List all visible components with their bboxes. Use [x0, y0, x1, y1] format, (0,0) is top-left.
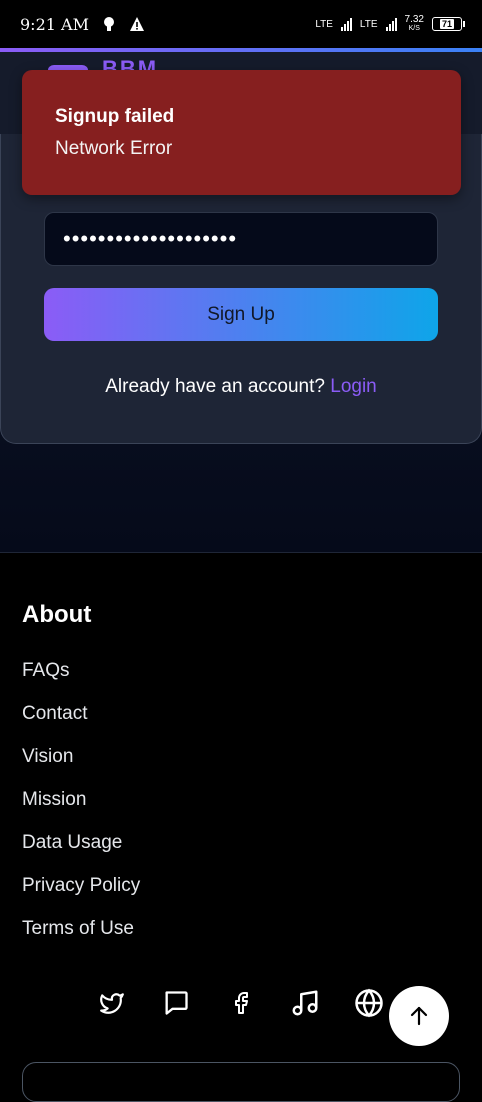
password-field[interactable]: •••••••••••••••••••• — [44, 212, 438, 266]
facebook-icon[interactable] — [226, 985, 256, 1021]
toast-message: Network Error — [55, 138, 173, 159]
footer-link-contact[interactable]: Contact — [22, 703, 87, 725]
toast-title: Signup failed — [55, 106, 175, 127]
network-label-2: LTE — [359, 18, 378, 30]
arrow-up-icon — [410, 1006, 428, 1026]
footer-link-privacy-policy[interactable]: Privacy Policy — [22, 875, 140, 897]
message-icon[interactable] — [161, 985, 191, 1021]
android-icon — [103, 17, 114, 31]
globe-icon[interactable] — [354, 985, 384, 1021]
speed-indicator: 7.32 K/S — [404, 14, 424, 33]
footer-link-faqs[interactable]: FAQs — [22, 660, 70, 682]
signal-icon-2 — [385, 17, 397, 31]
footer-link-terms[interactable]: Terms of Use — [22, 918, 134, 940]
signup-button[interactable]: Sign Up — [44, 288, 438, 341]
warning-icon — [129, 17, 144, 31]
status-time: 9:21 AM — [20, 14, 89, 34]
network-label-1: LTE — [315, 18, 333, 30]
footer-link-vision[interactable]: Vision — [22, 746, 73, 768]
battery-icon: 71 — [432, 17, 465, 31]
twitter-icon[interactable] — [97, 985, 127, 1021]
footer-bottom-box — [22, 1062, 460, 1102]
login-prompt: Already have an account? Login — [0, 376, 482, 398]
error-toast[interactable]: Signup failed Network Error — [22, 70, 461, 195]
footer-heading: About — [22, 601, 92, 628]
music-icon[interactable] — [290, 985, 320, 1021]
battery-level: 71 — [439, 19, 454, 29]
footer-link-data-usage[interactable]: Data Usage — [22, 832, 122, 854]
already-text: Already have an account? — [105, 376, 325, 397]
scroll-to-top-button[interactable] — [389, 986, 449, 1046]
footer-link-mission[interactable]: Mission — [22, 789, 86, 811]
status-bar: 9:21 AM LTE LTE 7.32 K/S 71 — [0, 0, 482, 48]
signal-icon — [340, 17, 352, 31]
login-link[interactable]: Login — [330, 376, 377, 397]
